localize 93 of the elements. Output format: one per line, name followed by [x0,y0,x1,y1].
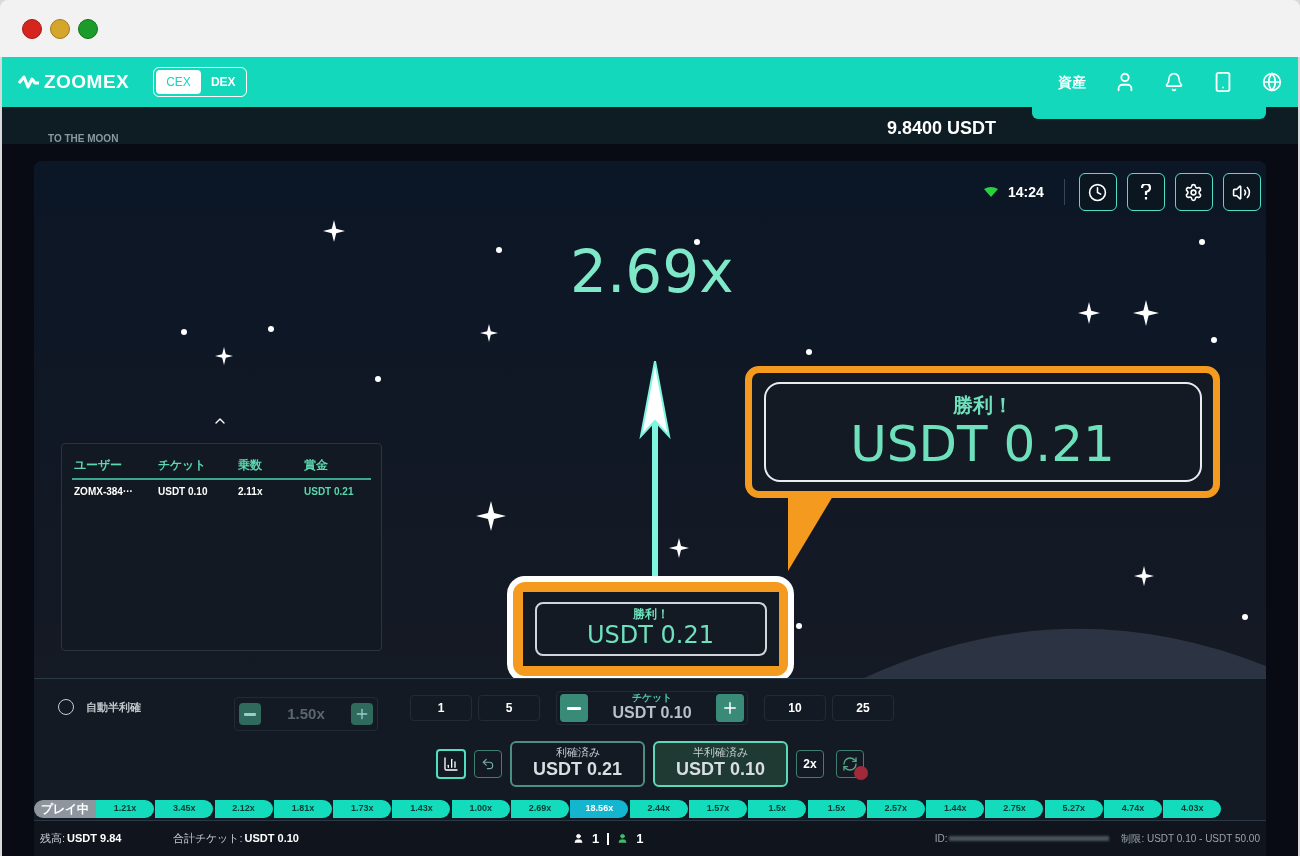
winner-count: 1 [636,829,644,848]
ticket-value: USDT 0.10 [612,703,692,723]
player-icon [572,833,584,844]
maximize-window-icon[interactable] [78,18,98,39]
table-cell-text: USDT 0.10 [158,485,209,499]
plus-icon [721,699,739,717]
history-multiplier: 1.5x [748,800,807,818]
balance-amount: 9.8400 USDT [886,117,996,140]
callout-title: 勝利！ [952,395,1013,415]
minus-icon [244,712,256,716]
column-header: 乗数 [238,457,262,474]
ticket-label: チケット [632,693,672,703]
double-button[interactable]: 2x [796,750,824,778]
signal-icon [984,187,998,197]
table-cell-text: ZOMX-384··· [74,485,134,499]
win-title: 勝利！ [632,608,669,620]
column-header: チケット [158,457,206,474]
star-icon [1134,566,1154,586]
logo-icon [18,74,40,90]
refresh-icon [842,756,858,772]
multiplier-value: 2.69x [570,243,734,301]
decrease-button[interactable] [560,694,588,722]
amount-button[interactable]: 5 [478,695,540,721]
win-amount: USDT 0.21 [587,620,714,650]
star-icon [215,347,233,365]
decrease-button[interactable] [239,703,261,725]
history-multiplier: 1.57x [688,800,747,818]
table-cell-text: 2.11x [238,485,264,499]
amount-button[interactable]: 1 [410,695,472,721]
settings-button[interactable] [1174,173,1213,211]
player-count: 1 [591,829,600,848]
star-icon [323,220,345,242]
star-icon [1133,300,1159,326]
total-ticket-label: 合計チケット: [173,831,243,847]
clock-time: 14:24 [1008,182,1044,202]
star-icon [480,324,498,342]
history-multiplier: 2.57x [866,800,925,818]
history-multiplier: 2.69x [511,800,570,818]
plus-icon [354,706,370,722]
cashout-button[interactable]: 半利確済み USDT 0.10 [653,741,788,787]
history-multiplier: 1.81x [273,800,332,818]
history-multiplier: 4.03x [1163,800,1222,818]
stats-button[interactable] [436,749,466,779]
balance-label: 残高: [40,831,66,847]
tagline: TO THE MOON [48,132,119,144]
history-multiplier: 1.00x [451,800,510,818]
total-ticket-value: USDT 0.10 [244,831,299,847]
id-label: ID: [934,832,948,846]
history-multiplier: 1.44x [926,800,985,818]
close-window-icon[interactable] [22,18,42,39]
history-multiplier: 2.12x [214,800,273,818]
blurred-id-icon [949,836,1110,841]
cashout-button[interactable]: 利確済み USDT 0.21 [510,741,645,787]
history-multiplier: 2.75x [985,800,1044,818]
minus-icon [567,706,581,710]
history-multiplier: 1.21x [96,800,154,818]
column-header: 賞金 [304,457,328,474]
playing-badge: プレイ中 [34,800,96,818]
sound-button[interactable] [1222,173,1261,211]
help-icon [1140,184,1151,200]
logo-text: ZOOMEX [44,69,130,94]
clock-icon [1088,182,1108,202]
callout-amount: USDT 0.21 [850,419,1115,469]
undo-icon [481,757,495,771]
undo-button[interactable] [474,750,502,778]
winner-icon [617,833,629,844]
amount-button[interactable]: 10 [764,695,826,721]
star-icon [669,538,689,558]
increase-button[interactable] [716,694,744,722]
bar-chart-icon [443,756,459,772]
auto-cashout-value: 1.50x [287,703,325,724]
star-icon [1078,302,1100,324]
settings-icon [1184,182,1204,202]
history-multiplier: 1.43x [392,800,451,818]
history-multiplier: 1.73x [333,800,392,818]
table-cell-text: USDT 0.21 [304,485,355,499]
increase-button[interactable] [351,703,373,725]
amount-button[interactable]: 25 [832,695,894,721]
minimize-window-icon[interactable] [50,18,70,39]
star-icon [476,501,506,531]
history-multiplier: 5.27x [1044,800,1103,818]
limit-text: 制限: USDT 0.10 - USDT 50.00 [1121,832,1260,846]
column-header: ユーザー [74,457,122,474]
history-multiplier: 1.5x [807,800,866,818]
history-multiplier: 2.44x [629,800,688,818]
auto-cashout-label: 自動半利確 [86,700,141,715]
balance-value: USDT 9.84 [67,831,122,847]
speaker-icon [1232,182,1252,202]
help-button[interactable] [1126,173,1165,211]
history-button[interactable] [1078,173,1117,211]
history-multiplier: 18.56x [570,800,629,818]
history-multiplier: 3.45x [155,800,214,818]
history-multiplier: 4.74x [1104,800,1163,818]
